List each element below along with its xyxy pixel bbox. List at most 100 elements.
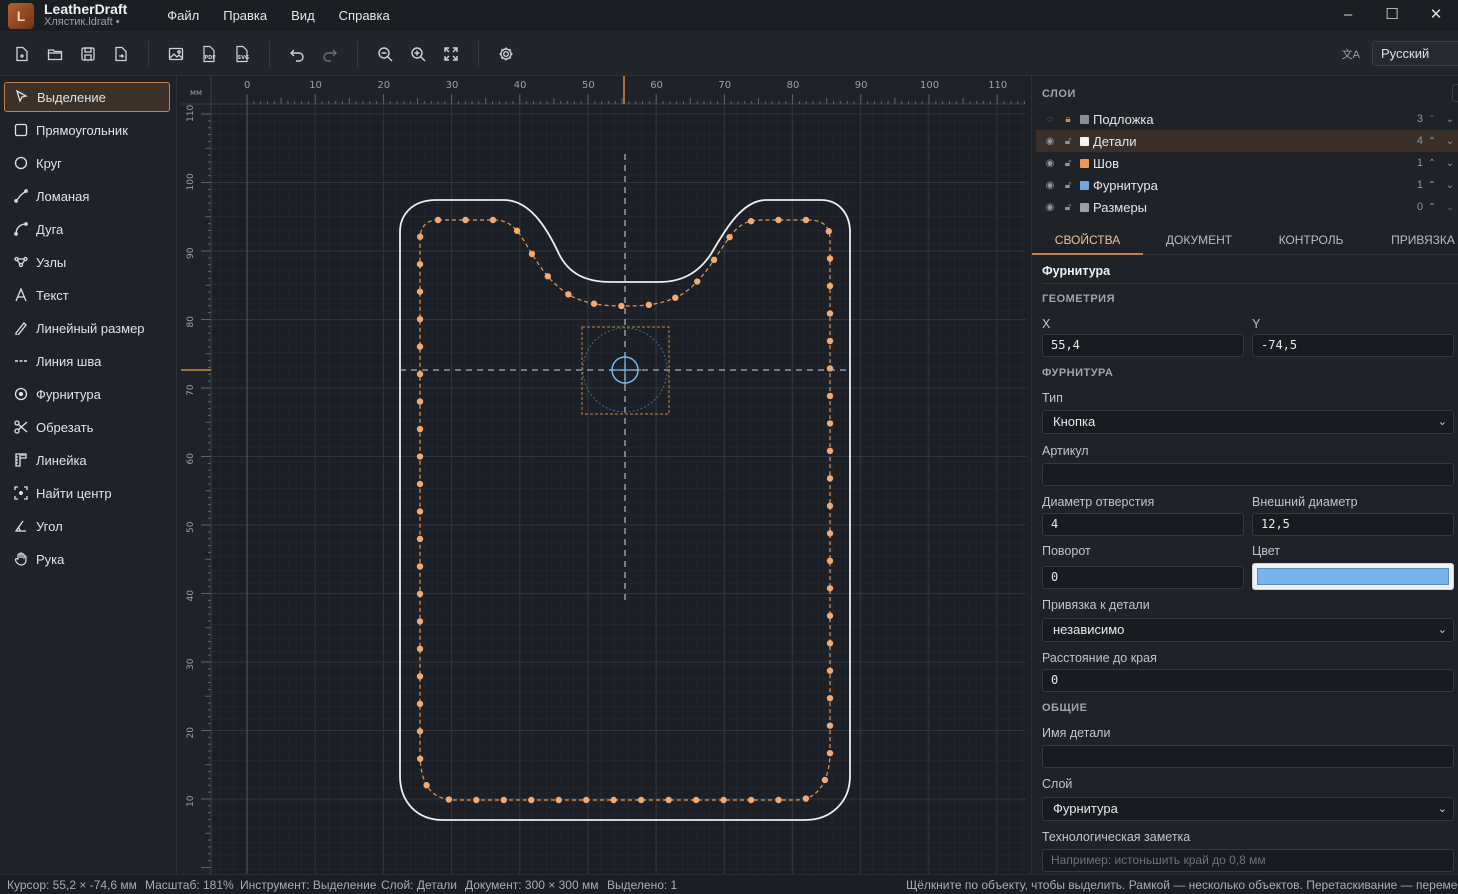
y-input[interactable]: -74,5 xyxy=(1252,334,1454,357)
tab-properties[interactable]: СВОЙСТВА xyxy=(1032,229,1143,255)
tech-note-input[interactable]: Например: истоньшить край до 0,8 мм xyxy=(1042,849,1454,872)
move-down-icon[interactable]: ⌄ xyxy=(1441,202,1458,213)
type-select[interactable]: Кнопка ⌄ xyxy=(1042,410,1454,434)
save-as-icon[interactable] xyxy=(111,44,131,64)
lock-icon[interactable]: 🔓︎ xyxy=(1060,158,1076,169)
layer-row-dimensions[interactable]: ◉ 🔓︎ Размеры 0 ⌃ ⌄ xyxy=(1036,196,1458,218)
open-folder-icon[interactable] xyxy=(45,44,65,64)
export-pdf-icon[interactable]: PDF xyxy=(199,44,219,64)
stitch-hole xyxy=(826,420,834,427)
zoom-in-icon[interactable] xyxy=(408,44,428,64)
move-up-icon[interactable]: ⌃ xyxy=(1423,158,1441,169)
eye-icon[interactable]: ◉ xyxy=(1042,180,1058,191)
stitch-hole xyxy=(445,796,453,803)
stitch-hole xyxy=(826,530,834,537)
eye-icon[interactable]: ◉ xyxy=(1042,202,1058,213)
tab-snap[interactable]: ПРИВЯЗКА xyxy=(1367,229,1458,255)
tool-angle[interactable]: Угол xyxy=(4,511,170,541)
menu-edit[interactable]: Правка xyxy=(211,8,279,23)
fit-view-icon[interactable] xyxy=(441,44,461,64)
move-up-icon[interactable]: ⌃ xyxy=(1423,202,1441,213)
lock-icon[interactable]: 🔓︎ xyxy=(1060,202,1076,213)
tool-polyline[interactable]: Ломаная xyxy=(4,181,170,211)
add-layer-button[interactable] xyxy=(1452,84,1458,102)
tool-hardware[interactable]: Фурнитура xyxy=(4,379,170,409)
outer-diameter-input[interactable]: 12,5 xyxy=(1252,513,1454,536)
tool-label: Круг xyxy=(36,155,62,171)
tool-hand[interactable]: Рука xyxy=(4,544,170,574)
drawing-canvas[interactable]: 0 10 20 30 40 50 60 70 80 90 100 110 110 100 90 80 70 60… xyxy=(181,76,1026,874)
lock-icon[interactable]: 🔓︎ xyxy=(1060,180,1076,191)
layer-select[interactable]: Фурнитура ⌄ xyxy=(1042,797,1454,821)
move-up-icon[interactable]: ⌃ xyxy=(1423,114,1441,125)
new-file-icon[interactable] xyxy=(12,44,32,64)
minimize-button[interactable]: – xyxy=(1326,0,1370,31)
move-down-icon[interactable]: ⌄ xyxy=(1441,114,1458,125)
arc-icon xyxy=(12,222,30,236)
layer-row-seam[interactable]: ◉ 🔓︎ Шов 1 ⌃ ⌄ xyxy=(1036,152,1458,174)
tool-select[interactable]: Выделение xyxy=(4,82,170,112)
find-center-icon xyxy=(12,486,30,500)
canvas-svg[interactable]: 0 10 20 30 40 50 60 70 80 90 100 110 110 100 90 80 70 60… xyxy=(181,76,1026,874)
toolbar-separator xyxy=(357,41,358,67)
menu-view[interactable]: Вид xyxy=(279,8,327,23)
move-up-icon[interactable]: ⌃ xyxy=(1423,180,1441,191)
tool-rectangle[interactable]: Прямоугольник xyxy=(4,115,170,145)
tool-ruler[interactable]: Линейка xyxy=(4,445,170,475)
type-label: Тип xyxy=(1042,391,1063,405)
layer-row-backing[interactable]: ◌ 🔒︎ Подложка 3 ⌃ ⌄ xyxy=(1036,108,1458,130)
maximize-button[interactable]: ☐ xyxy=(1370,0,1414,31)
stitch-hole xyxy=(826,585,834,592)
rotation-input[interactable]: 0 xyxy=(1042,566,1244,589)
attach-select[interactable]: независимо ⌄ xyxy=(1042,618,1454,642)
move-down-icon[interactable]: ⌄ xyxy=(1441,180,1458,191)
export-image-icon[interactable] xyxy=(166,44,186,64)
tool-circle[interactable]: Круг xyxy=(4,148,170,178)
undo-icon[interactable] xyxy=(287,44,307,64)
settings-gear-icon[interactable] xyxy=(496,44,516,64)
stitch-hole xyxy=(462,216,469,224)
language-select[interactable]: Русский xyxy=(1372,41,1458,66)
tool-seam-line[interactable]: Линия шва xyxy=(4,346,170,376)
move-down-icon[interactable]: ⌄ xyxy=(1441,158,1458,169)
stitch-hole xyxy=(416,370,424,378)
eye-icon[interactable]: ◉ xyxy=(1042,136,1058,147)
redo-icon[interactable] xyxy=(320,44,340,64)
menu-help[interactable]: Справка xyxy=(327,8,402,23)
zoom-out-icon[interactable] xyxy=(375,44,395,64)
lock-icon[interactable]: 🔓︎ xyxy=(1060,136,1076,147)
eye-off-icon[interactable]: ◌ xyxy=(1042,114,1058,125)
menu-file[interactable]: Файл xyxy=(155,8,211,23)
move-up-icon[interactable]: ⌃ xyxy=(1423,136,1441,147)
tool-linear-dimension[interactable]: Линейный размер xyxy=(4,313,170,343)
layers-title: СЛОИ xyxy=(1042,88,1076,100)
close-button[interactable]: ✕ xyxy=(1414,0,1458,31)
article-label: Артикул xyxy=(1042,444,1089,458)
tab-control[interactable]: КОНТРОЛЬ xyxy=(1255,229,1367,255)
color-picker[interactable] xyxy=(1252,563,1454,590)
eye-icon[interactable]: ◉ xyxy=(1042,158,1058,169)
part-name-input[interactable] xyxy=(1042,745,1454,768)
ruler-x-label: 20 xyxy=(377,80,390,91)
article-input[interactable] xyxy=(1042,463,1454,486)
hole-diameter-input[interactable]: 4 xyxy=(1042,513,1244,536)
ruler-y-label: 30 xyxy=(186,658,196,670)
x-input[interactable]: 55,4 xyxy=(1042,334,1244,357)
save-icon[interactable] xyxy=(78,44,98,64)
tool-nodes[interactable]: Узлы xyxy=(4,247,170,277)
stitch-hole xyxy=(645,301,653,309)
toolbar-separator xyxy=(269,41,270,67)
tab-document[interactable]: ДОКУМЕНТ xyxy=(1143,229,1255,255)
export-svg-icon[interactable]: SVG xyxy=(232,44,252,64)
move-down-icon[interactable]: ⌄ xyxy=(1441,136,1458,147)
tool-find-center[interactable]: Найти центр xyxy=(4,478,170,508)
tool-arc[interactable]: Дуга xyxy=(4,214,170,244)
layer-row-hardware[interactable]: ◉ 🔓︎ Фурнитура 1 ⌃ ⌄ xyxy=(1036,174,1458,196)
tool-text[interactable]: Текст xyxy=(4,280,170,310)
tool-trim[interactable]: Обрезать xyxy=(4,412,170,442)
edge-distance-input[interactable]: 0 xyxy=(1042,669,1454,692)
status-selected: Выделено: 1 xyxy=(607,878,678,892)
lock-icon[interactable]: 🔒︎ xyxy=(1060,114,1076,125)
rectangle-icon xyxy=(12,123,30,137)
layer-row-details[interactable]: ◉ 🔓︎ Детали 4 ⌃ ⌄ xyxy=(1036,130,1458,152)
